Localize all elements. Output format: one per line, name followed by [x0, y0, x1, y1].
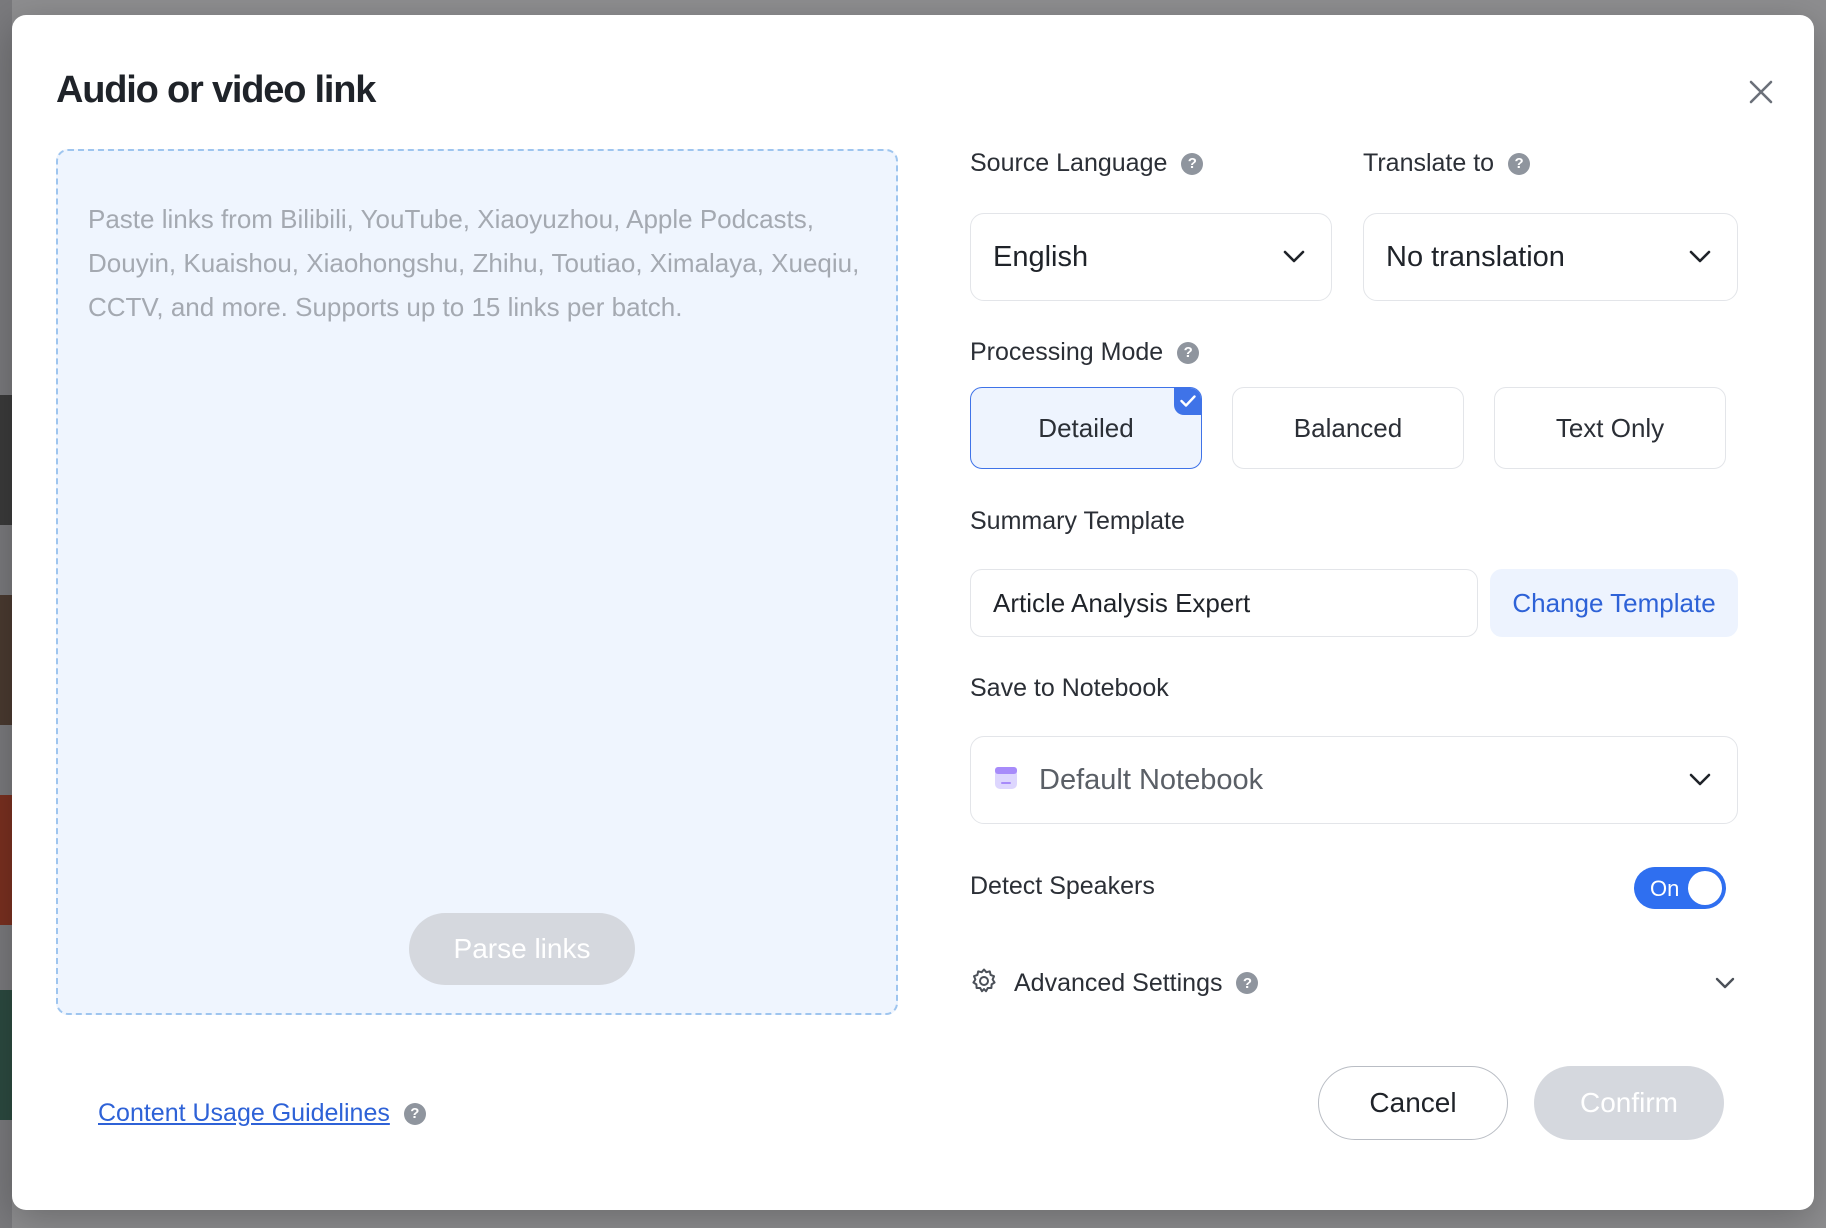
help-icon[interactable]: ?: [1181, 152, 1204, 175]
processing-mode-label-text: Processing Mode: [970, 338, 1164, 366]
chevron-down-icon: [1687, 767, 1713, 793]
links-dropzone: Parse links: [56, 149, 898, 1015]
notebook-select[interactable]: Default Notebook: [970, 736, 1738, 824]
toggle-state-text: On: [1650, 876, 1680, 901]
help-icon[interactable]: ?: [403, 1102, 426, 1125]
close-icon: [1749, 80, 1773, 104]
mode-balanced[interactable]: Balanced: [1232, 387, 1464, 469]
change-template-button[interactable]: Change Template: [1490, 569, 1738, 637]
gear-icon: [970, 967, 998, 1000]
background-thumbnail: [0, 595, 12, 725]
source-language-label-text: Source Language: [970, 149, 1168, 177]
chevron-down-icon: [1712, 970, 1738, 996]
check-icon: [1174, 388, 1201, 415]
detect-speakers-label: Detect Speakers: [970, 872, 1155, 901]
summary-template-label-text: Summary Template: [970, 507, 1185, 535]
background-thumbnail: [0, 395, 12, 525]
content-usage-guidelines-link[interactable]: Content Usage Guidelines: [98, 1099, 390, 1128]
notebook-icon: [993, 765, 1019, 796]
processing-mode-label: Processing Mode ?: [970, 338, 1200, 367]
chevron-down-icon: [1687, 244, 1713, 270]
save-to-notebook-label-text: Save to Notebook: [970, 674, 1169, 702]
background-thumbnail: [0, 795, 12, 925]
translate-to-select[interactable]: No translation: [1363, 213, 1738, 301]
cancel-button[interactable]: Cancel: [1318, 1066, 1508, 1140]
parse-links-button[interactable]: Parse links: [409, 913, 635, 985]
source-language-value: English: [993, 240, 1089, 273]
notebook-value: Default Notebook: [1039, 763, 1264, 796]
mode-text-only-label: Text Only: [1555, 412, 1665, 443]
detect-speakers-toggle[interactable]: On: [1634, 867, 1726, 909]
dialog-title: Audio or video link: [56, 69, 376, 111]
mode-detailed[interactable]: Detailed: [970, 387, 1202, 469]
source-language-select[interactable]: English: [970, 213, 1332, 301]
close-button[interactable]: [1739, 70, 1783, 114]
audio-video-link-dialog: Audio or video link Parse links Source L…: [12, 15, 1814, 1210]
help-icon[interactable]: ?: [1508, 152, 1531, 175]
background-thumbnail: [0, 990, 12, 1120]
summary-template-field[interactable]: Article Analysis Expert: [970, 569, 1478, 637]
mode-text-only[interactable]: Text Only: [1494, 387, 1726, 469]
advanced-settings-label: Advanced Settings: [1014, 968, 1223, 997]
mode-detailed-label: Detailed: [1038, 412, 1134, 443]
source-language-label: Source Language ?: [970, 149, 1204, 178]
save-to-notebook-label: Save to Notebook: [970, 674, 1169, 703]
help-icon[interactable]: ?: [1236, 972, 1259, 994]
detect-speakers-label-text: Detect Speakers: [970, 872, 1155, 900]
summary-template-value: Article Analysis Expert: [993, 587, 1251, 618]
links-input[interactable]: [88, 197, 868, 797]
translate-to-value: No translation: [1386, 240, 1565, 273]
confirm-button[interactable]: Confirm: [1534, 1066, 1724, 1140]
content-usage-guidelines: Content Usage Guidelines ?: [98, 1099, 426, 1128]
summary-template-label: Summary Template: [970, 507, 1185, 536]
mode-balanced-label: Balanced: [1293, 412, 1403, 443]
advanced-settings-row[interactable]: Advanced Settings ?: [970, 959, 1738, 1007]
translate-to-label-text: Translate to: [1363, 149, 1495, 177]
help-icon[interactable]: ?: [1177, 341, 1200, 364]
toggle-knob: [1688, 871, 1722, 905]
translate-to-label: Translate to ?: [1363, 149, 1531, 178]
chevron-down-icon: [1281, 244, 1307, 270]
